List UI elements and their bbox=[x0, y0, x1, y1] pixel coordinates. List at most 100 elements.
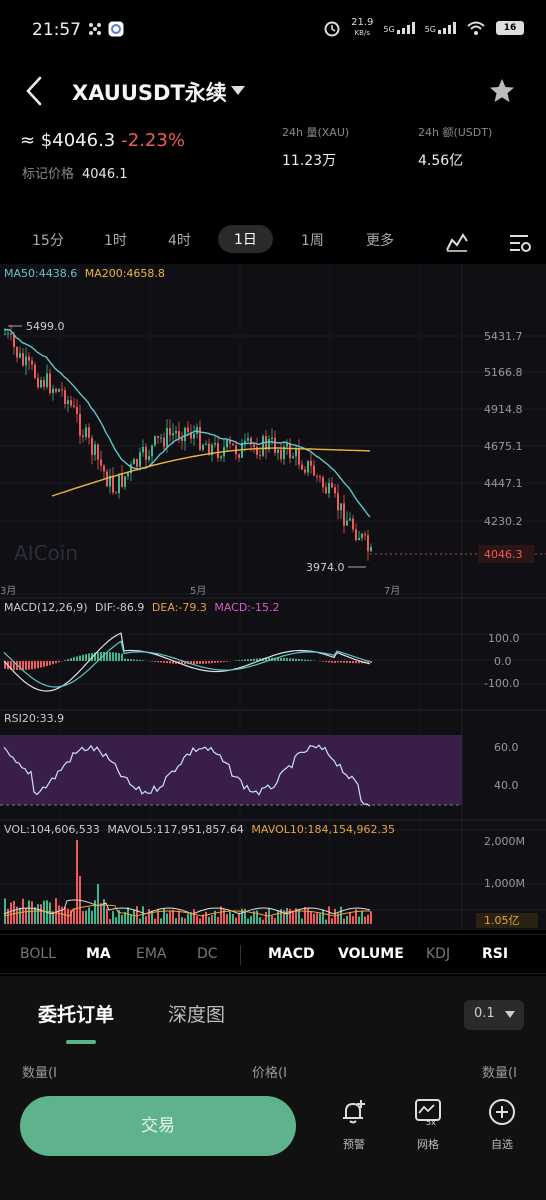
candle-body bbox=[232, 443, 234, 446]
candle-body bbox=[25, 356, 27, 366]
ind-ma[interactable]: MA bbox=[86, 946, 111, 962]
candle-body bbox=[97, 444, 99, 460]
candle-body bbox=[145, 446, 147, 460]
macd-bar bbox=[208, 661, 210, 664]
macd-bar bbox=[205, 661, 207, 664]
macd-bar bbox=[73, 657, 75, 661]
alarm-icon bbox=[324, 21, 340, 37]
indicator-icon[interactable] bbox=[446, 232, 468, 252]
candle-body bbox=[58, 389, 60, 392]
y-tick: 4447.1 bbox=[484, 477, 523, 490]
rsi-axis: 60.0 40.0 bbox=[494, 741, 519, 792]
candle-body bbox=[52, 388, 54, 394]
order-panel: 委托订单 深度图 0.1 数量(I 价格(I 数量(I 交易 预警 5x 网格 … bbox=[0, 976, 546, 1200]
candle-body bbox=[115, 492, 117, 494]
tf-15m[interactable]: 15分 bbox=[32, 230, 64, 250]
ind-rsi[interactable]: RSI bbox=[482, 946, 508, 962]
macd-bar bbox=[193, 661, 195, 665]
candle-body bbox=[7, 333, 9, 335]
volume-bar bbox=[274, 918, 276, 924]
candle-body bbox=[187, 427, 189, 433]
candle-body bbox=[166, 428, 168, 447]
tf-1d[interactable]: 1日 bbox=[218, 225, 273, 253]
volume-bar bbox=[247, 918, 249, 924]
page-title[interactable]: XAUUSDT永续 bbox=[72, 77, 227, 107]
star-icon[interactable] bbox=[489, 78, 515, 104]
volume-bar bbox=[310, 911, 312, 924]
net-speed: 21.9 KB/s bbox=[351, 18, 373, 38]
candle-body bbox=[28, 356, 30, 361]
candle-body bbox=[271, 437, 273, 440]
watchlist-button[interactable]: 自选 bbox=[472, 1098, 532, 1152]
volume-bar bbox=[232, 913, 234, 924]
tf-1h[interactable]: 1时 bbox=[104, 230, 127, 250]
candle-body bbox=[226, 439, 228, 448]
candle-body bbox=[328, 483, 330, 494]
y-tick: 4914.8 bbox=[484, 403, 523, 416]
alert-button[interactable]: 预警 bbox=[324, 1098, 384, 1152]
precision-select[interactable]: 0.1 bbox=[464, 1000, 524, 1030]
grid-dots-icon bbox=[89, 23, 101, 35]
tf-4h[interactable]: 4时 bbox=[168, 230, 191, 250]
macd-axis: 100.0 0.0 -100.0 bbox=[484, 632, 520, 690]
macd-bar bbox=[334, 661, 336, 663]
volume-bar bbox=[343, 918, 345, 924]
vol-value: VOL:104,606,533 bbox=[4, 823, 100, 836]
macd-bar bbox=[64, 660, 66, 661]
candle-body bbox=[70, 400, 72, 406]
volume-bar bbox=[298, 910, 300, 924]
macd-bar bbox=[142, 660, 144, 661]
macd-bar bbox=[109, 652, 111, 661]
volume-bar bbox=[238, 912, 240, 924]
candle-body bbox=[319, 476, 321, 478]
col-qty-right: 数量(I bbox=[482, 1066, 517, 1081]
volume-bar bbox=[352, 916, 354, 924]
volume-bar bbox=[55, 898, 57, 924]
y-tick: 4230.2 bbox=[484, 515, 523, 528]
candle-body bbox=[370, 546, 372, 552]
back-arrow-icon[interactable] bbox=[24, 76, 44, 106]
grid-button[interactable]: 5x 网格 bbox=[398, 1098, 458, 1152]
macd-bar bbox=[49, 661, 51, 666]
ind-kdj[interactable]: KDJ bbox=[426, 946, 450, 962]
ind-boll[interactable]: BOLL bbox=[20, 946, 56, 962]
candle-body bbox=[163, 437, 165, 447]
candle-body bbox=[280, 449, 282, 460]
trade-button[interactable]: 交易 bbox=[20, 1096, 296, 1156]
ma200-line bbox=[51, 447, 371, 497]
macd-bar bbox=[31, 661, 33, 670]
candle-body bbox=[157, 436, 159, 438]
ind-dc[interactable]: DC bbox=[197, 946, 218, 962]
tf-more[interactable]: 更多 bbox=[366, 230, 394, 250]
ma50-line bbox=[3, 328, 371, 518]
macd-bar bbox=[43, 661, 45, 667]
macd-bar bbox=[247, 659, 249, 661]
candle-body bbox=[217, 443, 219, 458]
volume-bar bbox=[139, 918, 141, 924]
ma200-legend: MA200:4658.8 bbox=[85, 267, 165, 280]
kline-chart[interactable]: AICoin 5499.0 3974.0 MA50:4438.6 MA200:4… bbox=[0, 264, 546, 930]
macd-value: MACD:-15.2 bbox=[214, 601, 279, 614]
chart-area[interactable]: AICoin 5499.0 3974.0 MA50:4438.6 MA200:4… bbox=[0, 264, 546, 930]
ma-legend: MA50:4438.6 MA200:4658.8 bbox=[4, 267, 165, 280]
candle-body bbox=[253, 444, 255, 447]
macd-bar bbox=[289, 658, 291, 661]
chart-settings-icon[interactable] bbox=[508, 233, 532, 253]
macd-bar bbox=[136, 659, 138, 661]
tab-depth[interactable]: 深度图 bbox=[168, 1000, 225, 1027]
macd-bar bbox=[340, 661, 342, 663]
tf-1w[interactable]: 1周 bbox=[301, 230, 324, 250]
chevron-down-icon[interactable] bbox=[231, 86, 245, 96]
candle-body bbox=[49, 373, 51, 394]
x-tick: 5月 bbox=[190, 585, 206, 597]
stat-amount-value: 4.56亿 bbox=[418, 153, 464, 169]
ind-ema[interactable]: EMA bbox=[136, 946, 167, 962]
rsi-tick: 60.0 bbox=[494, 741, 519, 754]
ind-volume[interactable]: VOLUME bbox=[338, 946, 404, 962]
macd-bar bbox=[322, 661, 324, 662]
volume-bar bbox=[367, 914, 369, 924]
tab-orders[interactable]: 委托订单 bbox=[38, 1000, 114, 1027]
candle-body bbox=[22, 353, 24, 366]
ind-macd[interactable]: MACD bbox=[268, 946, 315, 962]
rsi-tick: 40.0 bbox=[494, 779, 519, 792]
